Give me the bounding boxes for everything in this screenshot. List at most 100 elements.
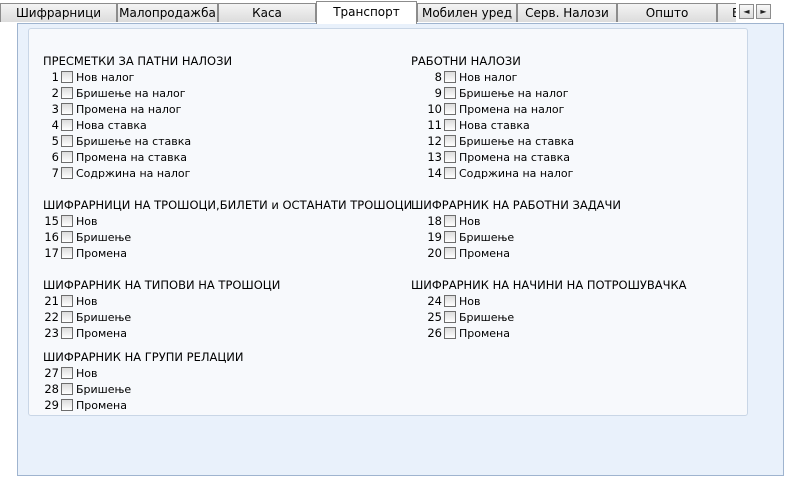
- permission-number: 16: [44, 230, 59, 244]
- permission-label[interactable]: Промена: [76, 398, 127, 413]
- permission-number: 2: [51, 86, 59, 100]
- permission-number: 17: [44, 246, 59, 260]
- permission-number: 18: [427, 214, 442, 228]
- permission-checkbox[interactable]: [444, 151, 456, 163]
- permission-label[interactable]: Промена на ставка: [76, 150, 187, 165]
- section-title: ШИФРАРНИЦИ НА ТРОШОЦИ,БИЛЕТИ и ОСТАНАТИ …: [43, 198, 413, 212]
- permission-label[interactable]: Промена: [76, 246, 127, 261]
- permission-checkbox[interactable]: [444, 167, 456, 179]
- permission-label[interactable]: Бришење на ставка: [76, 134, 191, 149]
- tab-mobilen-ured[interactable]: Мобилен уред: [417, 3, 517, 22]
- section-title: ШИФРАРНИК НА РАБОТНИ ЗАДАЧИ: [411, 198, 622, 212]
- permission-number: 24: [427, 294, 442, 308]
- tab-sifrarnici[interactable]: Шифрарници: [0, 3, 117, 22]
- tab-opsto[interactable]: Општо: [617, 3, 717, 22]
- permission-label[interactable]: Бришење на налог: [76, 86, 186, 101]
- permission-checkbox[interactable]: [444, 87, 456, 99]
- tab-scroll-right-icon[interactable]: ►: [756, 4, 771, 19]
- permission-label[interactable]: Промена на налог: [459, 102, 564, 117]
- permission-number: 27: [44, 366, 59, 380]
- permission-checkbox[interactable]: [444, 231, 456, 243]
- permission-label[interactable]: Бришење: [76, 382, 131, 397]
- section-title: РАБОТНИ НАЛОЗИ: [411, 54, 521, 68]
- permission-label[interactable]: Нов: [76, 366, 97, 381]
- permission-checkbox[interactable]: [61, 327, 73, 339]
- permission-label[interactable]: Промена на налог: [76, 102, 181, 117]
- permission-number: 29: [44, 398, 59, 412]
- permission-number: 4: [51, 118, 59, 132]
- permission-number: 10: [427, 102, 442, 116]
- permission-number: 7: [51, 166, 59, 180]
- permission-label[interactable]: Бришење: [76, 310, 131, 325]
- permission-checkbox[interactable]: [61, 167, 73, 179]
- permission-number: 23: [44, 326, 59, 340]
- permission-number: 1: [51, 70, 59, 84]
- tab-maloprodazba[interactable]: Малопродажба: [117, 3, 218, 22]
- permission-checkbox[interactable]: [61, 295, 73, 307]
- permission-checkbox[interactable]: [61, 367, 73, 379]
- permission-label[interactable]: Нов налог: [459, 70, 517, 85]
- permission-checkbox[interactable]: [444, 247, 456, 259]
- tab-kasa[interactable]: Каса: [218, 3, 316, 22]
- section-title: ШИФРАРНИК НА ТИПОВИ НА ТРОШОЦИ: [43, 278, 281, 292]
- permission-checkbox[interactable]: [61, 215, 73, 227]
- permission-number: 26: [427, 326, 442, 340]
- permission-checkbox[interactable]: [61, 87, 73, 99]
- permission-checkbox[interactable]: [444, 311, 456, 323]
- permission-label[interactable]: Бришење на налог: [459, 86, 569, 101]
- permission-label[interactable]: Промена на ставка: [459, 150, 570, 165]
- permission-number: 11: [427, 118, 442, 132]
- permission-label[interactable]: Бришење на ставка: [459, 134, 574, 149]
- permission-label[interactable]: Нов: [76, 294, 97, 309]
- permission-number: 21: [44, 294, 59, 308]
- permission-checkbox[interactable]: [444, 119, 456, 131]
- permission-label[interactable]: Промена: [459, 326, 510, 341]
- permission-label[interactable]: Промена: [76, 326, 127, 341]
- permission-checkbox[interactable]: [61, 103, 73, 115]
- permission-checkbox[interactable]: [61, 399, 73, 411]
- permission-label[interactable]: Нова ставка: [76, 118, 147, 133]
- permission-checkbox[interactable]: [444, 71, 456, 83]
- tab-serv-nalozi[interactable]: Серв. Налози: [517, 3, 617, 22]
- permission-number: 22: [44, 310, 59, 324]
- section-title: ПРЕСМЕТКИ ЗА ПАТНИ НАЛОЗИ: [43, 54, 233, 68]
- permission-checkbox[interactable]: [444, 327, 456, 339]
- permission-checkbox[interactable]: [61, 135, 73, 147]
- bottom-edge: [0, 486, 790, 491]
- permission-checkbox[interactable]: [61, 151, 73, 163]
- permission-checkbox[interactable]: [61, 311, 73, 323]
- permission-checkbox[interactable]: [61, 247, 73, 259]
- permission-checkbox[interactable]: [444, 135, 456, 147]
- permission-label[interactable]: Нов: [76, 214, 97, 229]
- permission-label[interactable]: Нова ставка: [459, 118, 530, 133]
- permission-checkbox[interactable]: [61, 119, 73, 131]
- permission-number: 15: [44, 214, 59, 228]
- permission-label[interactable]: Содржина на налог: [76, 166, 190, 181]
- transport-permissions-window: Шифрарници Малопродажба Каса Транспорт М…: [0, 0, 790, 491]
- permission-label[interactable]: Бришење: [76, 230, 131, 245]
- permission-label[interactable]: Нов: [459, 294, 480, 309]
- tab-partial[interactable]: Е: [717, 3, 736, 22]
- permission-checkbox[interactable]: [61, 383, 73, 395]
- permission-number: 13: [427, 150, 442, 164]
- permission-label[interactable]: Содржина на налог: [459, 166, 573, 181]
- permission-checkbox[interactable]: [444, 103, 456, 115]
- permission-number: 9: [434, 86, 442, 100]
- tab-scroll-left-icon[interactable]: ◄: [739, 4, 754, 19]
- tab-transport[interactable]: Транспорт: [316, 1, 417, 24]
- permission-checkbox[interactable]: [444, 215, 456, 227]
- permission-label[interactable]: Бришење: [459, 310, 514, 325]
- permission-checkbox[interactable]: [61, 231, 73, 243]
- permission-number: 3: [51, 102, 59, 116]
- permission-checkbox[interactable]: [444, 295, 456, 307]
- permission-number: 20: [427, 246, 442, 260]
- permission-checkbox[interactable]: [61, 71, 73, 83]
- permission-number: 5: [51, 134, 59, 148]
- permission-label[interactable]: Бришење: [459, 230, 514, 245]
- permission-label[interactable]: Нов налог: [76, 70, 134, 85]
- permission-number: 12: [427, 134, 442, 148]
- permission-label[interactable]: Нов: [459, 214, 480, 229]
- permission-label[interactable]: Промена: [459, 246, 510, 261]
- section-title: ШИФРАРНИК НА ГРУПИ РЕЛАЦИИ: [43, 350, 244, 364]
- permission-number: 8: [434, 70, 442, 84]
